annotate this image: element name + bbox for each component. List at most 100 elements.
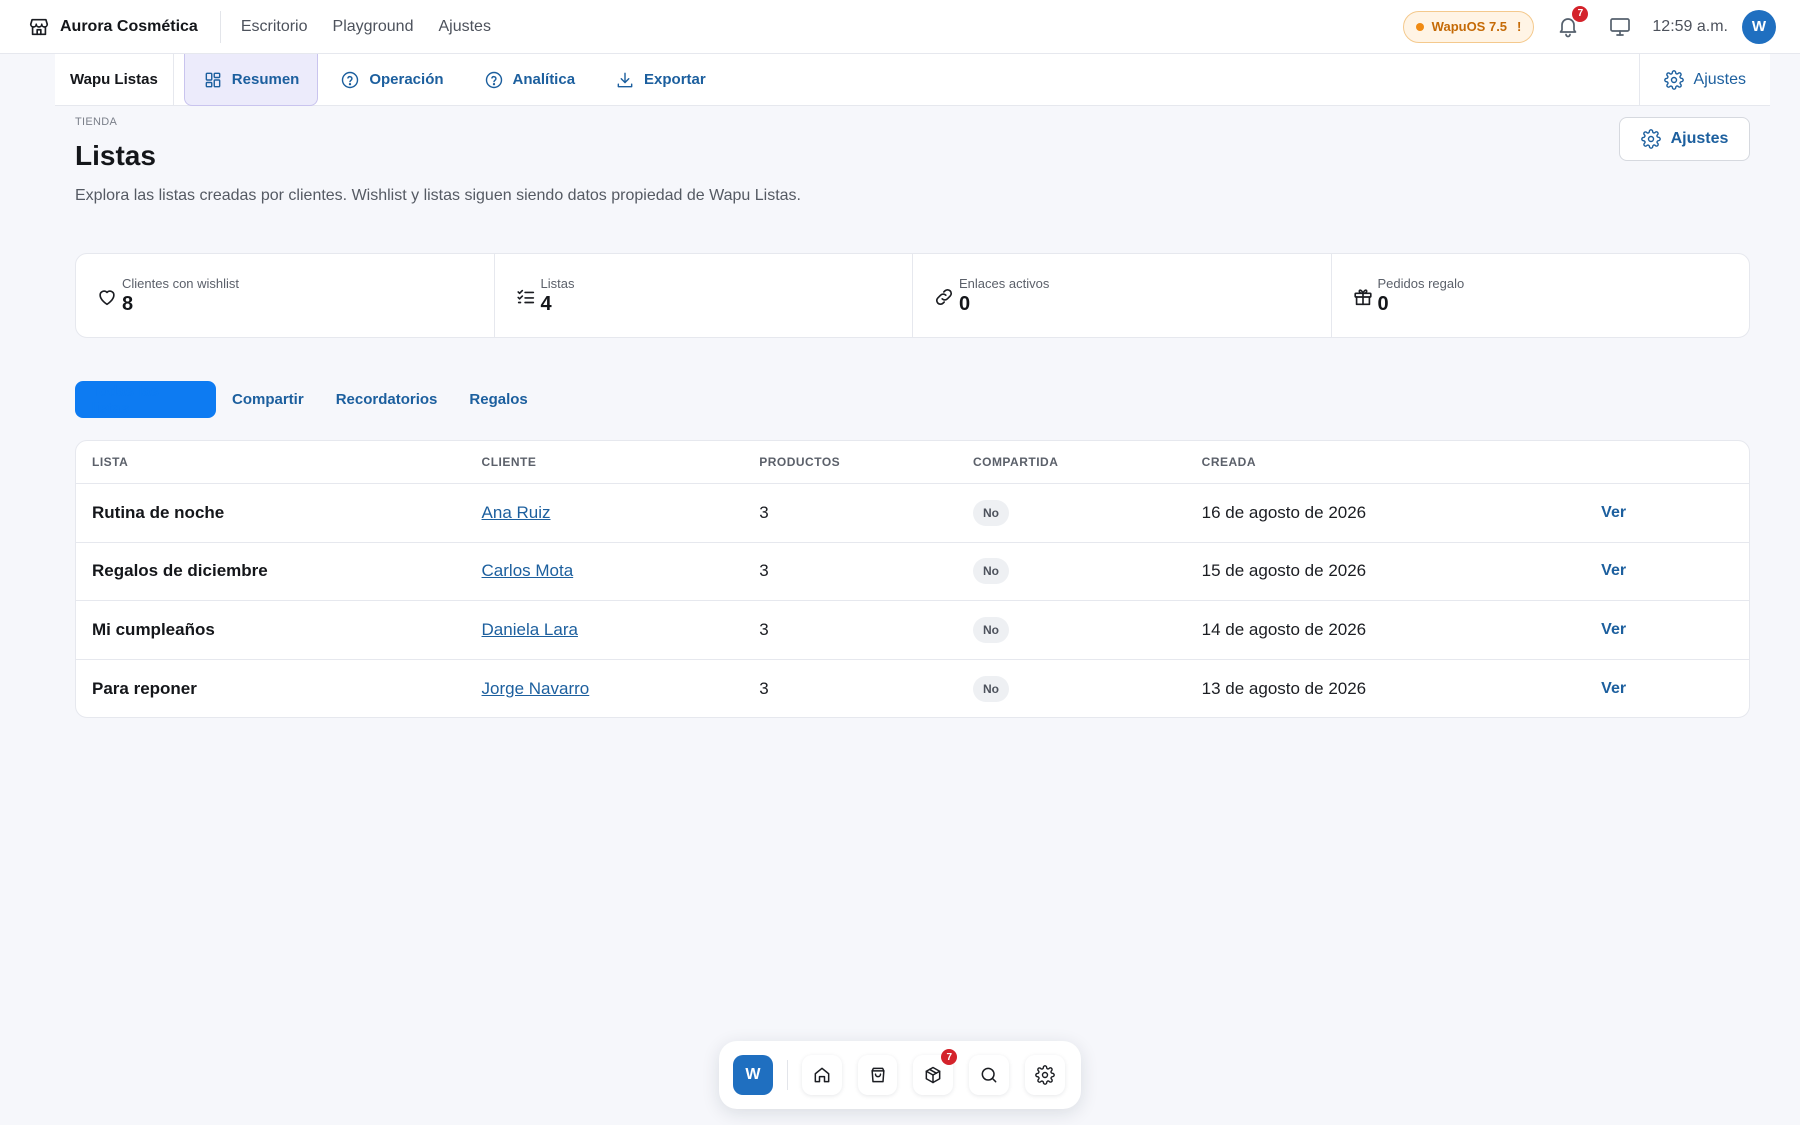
top-bar: Aurora Cosmética Escritorio Playground A… [0, 0, 1800, 54]
tab-label: Operación [369, 71, 444, 88]
home-icon [812, 1065, 832, 1085]
app-tabs: Resumen Operación Analítica Exportar [174, 54, 724, 106]
tab-compartir[interactable]: Compartir [216, 381, 320, 418]
tab-todas-las-listas[interactable]: Todas las listas [75, 381, 216, 418]
notification-count-badge: 7 [1572, 5, 1589, 22]
stat-value: 8 [122, 292, 134, 315]
os-version-badge[interactable]: WapuOS 7.5 ! [1402, 10, 1535, 43]
product-count: 3 [759, 619, 769, 639]
top-right-tools: WapuOS 7.5 ! 7 12:59 a.m. W [1402, 5, 1800, 44]
stat-enlaces-activos: Enlaces activos 0 [913, 254, 1332, 337]
stat-label: Clientes con wishlist [122, 275, 240, 291]
list-name: Rutina de noche [92, 502, 225, 522]
dock-home-button[interactable] [801, 1055, 842, 1095]
settings-button-label: Ajustes [1670, 130, 1729, 147]
list-tabs: Todas las listas Compartir Recordatorios… [75, 381, 544, 418]
stats-card: Clientes con wishlist 8 Listas 4 Enlaces… [75, 253, 1750, 338]
stat-clientes-wishlist: Clientes con wishlist 8 [76, 254, 495, 337]
nav-ajustes[interactable]: Ajustes [438, 18, 490, 36]
clock: 12:59 a.m. [1652, 17, 1728, 35]
shared-badge: No [972, 616, 1009, 643]
client-link[interactable]: Jorge Navarro [482, 679, 590, 698]
view-link[interactable]: Ver [1601, 680, 1626, 697]
tab-label: Resumen [231, 71, 300, 88]
search-icon [979, 1065, 999, 1085]
list-name: Para reponer [92, 678, 197, 698]
subnav-settings-link[interactable]: Ajustes [1638, 54, 1770, 105]
gear-icon [1663, 69, 1684, 90]
dock-search-button[interactable] [969, 1055, 1010, 1095]
page-description: Explora las listas creadas por clientes.… [75, 187, 801, 204]
launcher-button[interactable]: W [733, 1055, 773, 1095]
table-row: Para reponer Jorge Navarro 3 No 13 de ag… [76, 660, 1749, 718]
table-row: Regalos de diciembre Carlos Mota 3 No 15… [76, 543, 1749, 601]
tab-analitica[interactable]: Analítica [466, 54, 594, 105]
list-name: Regalos de diciembre [92, 561, 268, 581]
view-link[interactable]: Ver [1601, 562, 1626, 579]
question-circle-icon [340, 70, 360, 90]
view-link[interactable]: Ver [1601, 621, 1626, 638]
dock-settings-button[interactable] [1025, 1055, 1065, 1095]
created-date: 13 de agosto de 2026 [1201, 678, 1367, 698]
tab-resumen[interactable]: Resumen [183, 54, 319, 106]
tab-exportar[interactable]: Exportar [597, 54, 724, 105]
stat-value: 4 [540, 292, 552, 315]
monitor-icon[interactable] [1608, 15, 1632, 39]
brand[interactable]: Aurora Cosmética [0, 0, 198, 53]
table-row: Mi cumpleaños Daniela Lara 3 No 14 de ag… [76, 601, 1749, 660]
created-date: 16 de agosto de 2026 [1201, 502, 1367, 522]
gift-icon [1352, 286, 1374, 308]
lists-table: LISTA CLIENTE PRODUCTOS COMPARTIDA CREAD… [75, 440, 1750, 718]
subnav-settings-label: Ajustes [1693, 70, 1746, 88]
grid-icon [203, 70, 223, 90]
nav-playground[interactable]: Playground [333, 18, 414, 36]
tab-recordatorios[interactable]: Recordatorios [320, 381, 454, 418]
column-header-lista: LISTA [92, 455, 129, 469]
column-header-creada: CREADA [1201, 455, 1256, 469]
question-circle-icon [484, 70, 504, 90]
status-dot [1415, 22, 1424, 31]
shopping-bag-icon [868, 1065, 888, 1085]
table-row: Rutina de noche Ana Ruiz 3 No 16 de agos… [76, 484, 1749, 543]
section-eyebrow: TIENDA [75, 116, 118, 128]
app-subnav: Wapu Listas Resumen Operación Analítica … [55, 54, 1770, 106]
stat-label: Pedidos regalo [1377, 275, 1465, 291]
os-version-label: WapuOS 7.5 [1431, 19, 1508, 34]
tab-operacion[interactable]: Operación [322, 54, 461, 105]
app-name: Wapu Listas [55, 54, 174, 105]
list-name: Mi cumpleaños [92, 619, 215, 639]
download-icon [615, 70, 635, 90]
heart-icon [96, 286, 118, 308]
gear-icon [1640, 129, 1661, 149]
dock-shop-button[interactable] [857, 1055, 898, 1095]
product-count: 3 [759, 678, 769, 698]
stat-pedidos-regalo: Pedidos regalo 0 [1332, 254, 1750, 337]
client-link[interactable]: Ana Ruiz [482, 503, 551, 522]
table-header: LISTA CLIENTE PRODUCTOS COMPARTIDA CREAD… [76, 441, 1749, 484]
checklist-icon [515, 286, 537, 308]
package-icon [923, 1065, 943, 1085]
nav-escritorio[interactable]: Escritorio [241, 18, 308, 36]
shared-badge: No [972, 499, 1009, 526]
shared-badge: No [972, 558, 1009, 585]
column-header-cliente: CLIENTE [481, 455, 537, 469]
dock-package-button[interactable]: 7 [913, 1049, 958, 1095]
notifications-button[interactable]: 7 [1556, 5, 1589, 40]
gear-icon [1035, 1065, 1055, 1085]
settings-button[interactable]: Ajustes [1619, 117, 1750, 161]
tab-label: Exportar [644, 71, 706, 88]
tab-regalos[interactable]: Regalos [453, 381, 543, 418]
client-link[interactable]: Daniela Lara [482, 620, 578, 639]
stat-label: Enlaces activos [959, 275, 1050, 291]
created-date: 15 de agosto de 2026 [1201, 561, 1367, 581]
client-link[interactable]: Carlos Mota [482, 561, 574, 580]
stat-value: 0 [959, 292, 971, 315]
view-link[interactable]: Ver [1601, 504, 1626, 521]
top-nav: Escritorio Playground Ajustes [241, 18, 491, 36]
created-date: 14 de agosto de 2026 [1201, 619, 1367, 639]
user-avatar[interactable]: W [1742, 9, 1776, 44]
store-icon [28, 16, 50, 38]
product-count: 3 [759, 502, 769, 522]
package-count-badge: 7 [941, 1049, 958, 1065]
divider [219, 10, 221, 43]
